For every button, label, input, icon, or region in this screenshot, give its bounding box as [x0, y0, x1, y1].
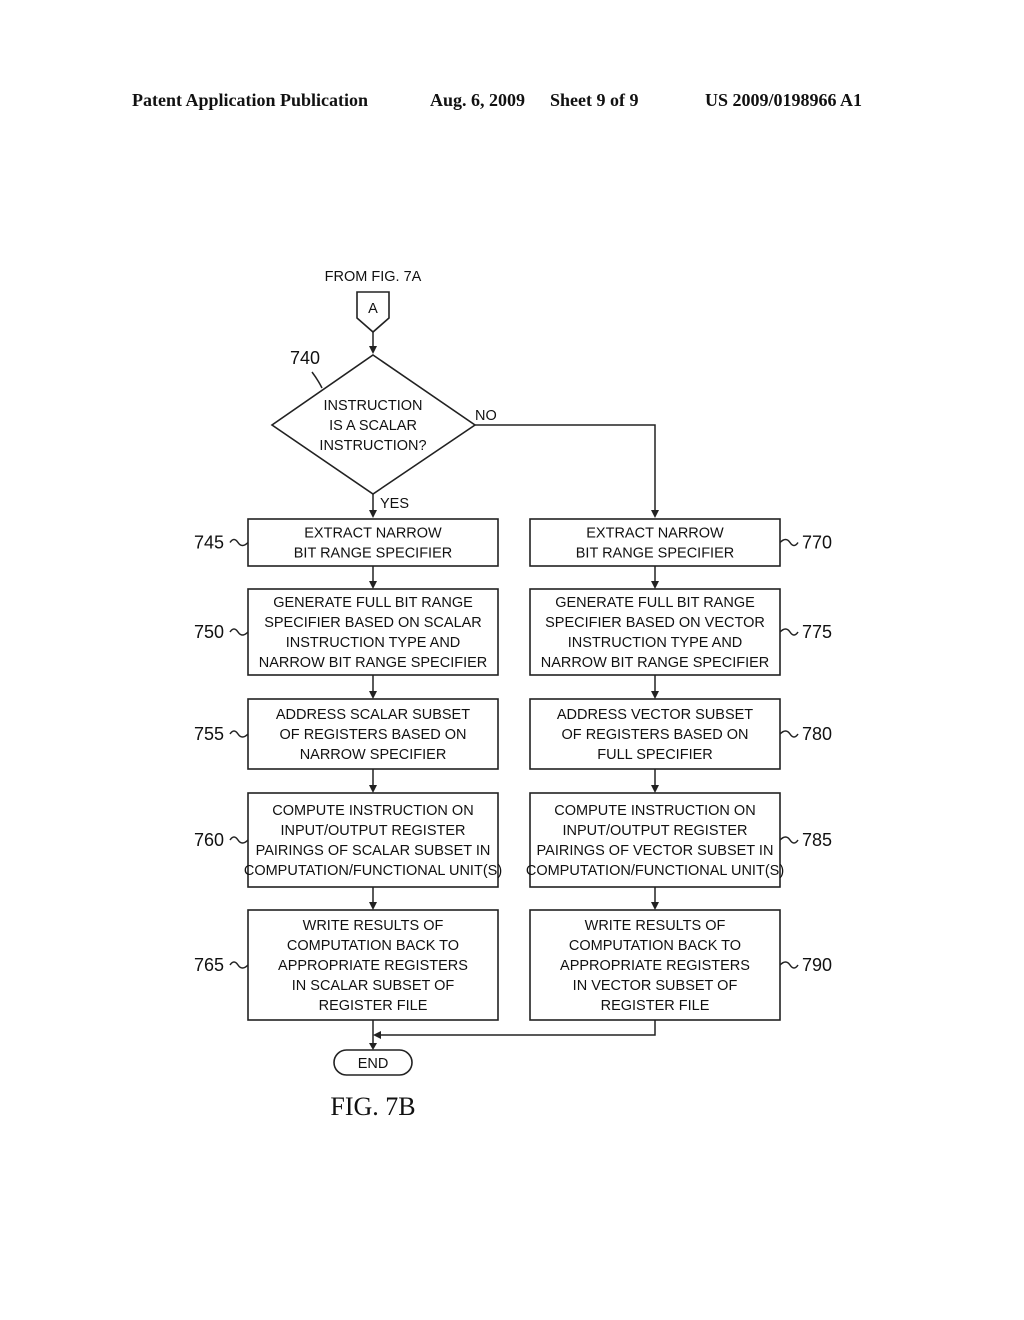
ref-label-755: 755 — [194, 724, 224, 744]
arrow-head — [369, 510, 377, 518]
process-text-line: COMPUTATION/FUNCTIONAL UNIT(S) — [244, 863, 502, 879]
no-label: NO — [475, 408, 497, 424]
ref-leader — [779, 836, 799, 844]
process-text-line: INPUT/OUTPUT REGISTER — [280, 823, 465, 839]
process-step-755: ADDRESS SCALAR SUBSET OF REGISTERS BASED … — [194, 698, 499, 770]
process-text-line: SPECIFIER BASED ON SCALAR — [264, 615, 482, 631]
ref-label-745: 745 — [194, 533, 224, 553]
process-text-line: FULL SPECIFIER — [597, 747, 713, 763]
decision-line-1: INSTRUCTION — [323, 398, 422, 414]
ref-leader — [229, 836, 249, 844]
figure-caption: FIG. 7B — [330, 1092, 415, 1121]
arrow-head — [369, 346, 377, 354]
ref-leader — [229, 730, 249, 738]
ref-leader — [779, 538, 799, 547]
arrow-head — [369, 785, 377, 793]
ref-label-765: 765 — [194, 955, 224, 975]
ref-label-775: 775 — [802, 622, 832, 642]
process-text-line: COMPUTATION BACK TO — [569, 938, 741, 954]
process-text-line: WRITE RESULTS OF — [585, 918, 726, 934]
process-text-line: INPUT/OUTPUT REGISTER — [562, 823, 747, 839]
process-text-line: PAIRINGS OF SCALAR SUBSET IN — [256, 843, 491, 859]
flowchart: FROM FIG. 7A A INSTRUCTION IS A SCALAR I… — [194, 269, 832, 1121]
process-text-line: INSTRUCTION TYPE AND — [568, 635, 743, 651]
ref-label-760: 760 — [194, 830, 224, 850]
arrow-head — [369, 691, 377, 699]
no-branch-line — [475, 424, 656, 512]
process-text-line: COMPUTATION BACK TO — [287, 938, 459, 954]
ref-label-780: 780 — [802, 724, 832, 744]
ref-leader — [229, 538, 249, 547]
merge-line-right — [380, 1020, 656, 1036]
process-text-line: SPECIFIER BASED ON VECTOR — [545, 615, 765, 631]
process-step-790: WRITE RESULTS OF COMPUTATION BACK TO APPRO… — [529, 909, 832, 1021]
ref-leader-740 — [311, 371, 323, 389]
process-step-765: WRITE RESULTS OF COMPUTATION BACK TO APPRO… — [194, 909, 499, 1021]
ref-leader — [779, 730, 799, 738]
process-text-line: PAIRINGS OF VECTOR SUBSET IN — [537, 843, 774, 859]
process-text-line: NARROW BIT RANGE SPECIFIER — [541, 655, 770, 671]
process-text-line: APPROPRIATE REGISTERS — [560, 958, 750, 974]
process-text-line: NARROW BIT RANGE SPECIFIER — [259, 655, 488, 671]
decision-line-2: IS A SCALAR — [329, 418, 417, 434]
process-step-785: COMPUTE INSTRUCTION ON INPUT/OUTPUT REGIS… — [526, 792, 832, 888]
ref-leader — [779, 628, 799, 636]
process-text-line: GENERATE FULL BIT RANGE — [555, 595, 755, 611]
process-step-750: GENERATE FULL BIT RANGE SPECIFIER BASED O… — [194, 588, 499, 676]
process-text-line: INSTRUCTION TYPE AND — [286, 635, 461, 651]
process-text-line: GENERATE FULL BIT RANGE — [273, 595, 473, 611]
end-label: END — [358, 1056, 389, 1072]
process-text-line: REGISTER FILE — [319, 998, 428, 1014]
process-text-line: OF REGISTERS BASED ON — [280, 727, 467, 743]
process-step-770: EXTRACT NARROW BIT RANGE SPECIFIER 770 — [529, 518, 832, 567]
arrow-head — [651, 785, 659, 793]
process-text-line: COMPUTATION/FUNCTIONAL UNIT(S) — [526, 863, 784, 879]
ref-leader — [229, 628, 249, 636]
arrow-head — [651, 510, 659, 518]
arrow-head — [369, 1043, 377, 1050]
ref-label-740: 740 — [290, 348, 320, 368]
process-step-745: EXTRACT NARROW BIT RANGE SPECIFIER 745 — [194, 518, 499, 567]
ref-label-750: 750 — [194, 622, 224, 642]
process-step-775: GENERATE FULL BIT RANGE SPECIFIER BASED O… — [529, 588, 832, 676]
ref-label-790: 790 — [802, 955, 832, 975]
process-text-line: IN VECTOR SUBSET OF — [573, 978, 738, 994]
ref-label-770: 770 — [802, 533, 832, 553]
decision-line-3: INSTRUCTION? — [319, 438, 426, 454]
ref-leader — [779, 961, 799, 969]
ref-leader — [229, 961, 249, 969]
connector-label: A — [368, 301, 378, 317]
process-text-line: ADDRESS VECTOR SUBSET — [557, 707, 753, 723]
arrow-head — [651, 902, 659, 910]
process-text-line: NARROW SPECIFIER — [300, 747, 447, 763]
process-text-line: REGISTER FILE — [601, 998, 710, 1014]
arrow-head — [651, 581, 659, 589]
process-step-780: ADDRESS VECTOR SUBSET OF REGISTERS BASED … — [529, 698, 832, 770]
process-text-line: COMPUTE INSTRUCTION ON — [554, 803, 755, 819]
process-text-line: BIT RANGE SPECIFIER — [294, 546, 452, 562]
process-text-line: EXTRACT NARROW — [304, 526, 442, 542]
arrow-head — [369, 581, 377, 589]
process-text-line: EXTRACT NARROW — [586, 526, 724, 542]
from-label: FROM FIG. 7A — [325, 269, 422, 285]
process-text-line: IN SCALAR SUBSET OF — [292, 978, 455, 994]
process-step-760: COMPUTE INSTRUCTION ON INPUT/OUTPUT REGIS… — [194, 792, 502, 888]
process-text-line: WRITE RESULTS OF — [303, 918, 444, 934]
ref-label-785: 785 — [802, 830, 832, 850]
process-text-line: ADDRESS SCALAR SUBSET — [276, 707, 470, 723]
process-text-line: BIT RANGE SPECIFIER — [576, 546, 734, 562]
arrow-head — [651, 691, 659, 699]
arrow-head — [369, 902, 377, 910]
arrow-head — [373, 1031, 381, 1039]
yes-label: YES — [380, 496, 409, 512]
process-text-line: OF REGISTERS BASED ON — [562, 727, 749, 743]
process-text-line: COMPUTE INSTRUCTION ON — [272, 803, 473, 819]
process-text-line: APPROPRIATE REGISTERS — [278, 958, 468, 974]
